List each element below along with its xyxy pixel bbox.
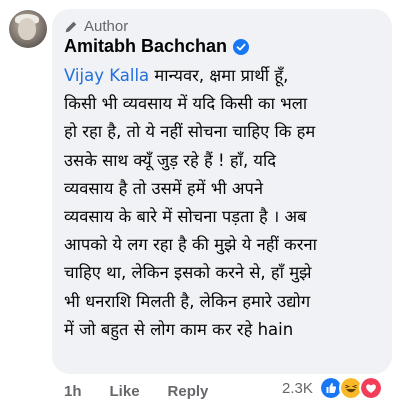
avatar-face <box>18 18 36 40</box>
comment-line: चाहिए था, लेकिन इसको करने से, हाँ मुझे <box>64 263 312 283</box>
comment-line: हो रहा है, तो ये नहीं सोचना चाहिए कि हम <box>64 122 316 142</box>
author-name-row: Amitabh Bachchan <box>64 36 250 57</box>
verified-badge-icon <box>233 38 250 55</box>
comment-line: व्यवसाय के बारे में सोचना पड़ता है । अब <box>64 206 307 226</box>
comment-line: उसके साथ क्यूँ जुड़ रहे हैं ! हाँ, यदि <box>64 150 277 170</box>
comment-line-text: मान्यवर, क्षमा प्रार्थी हूँ, <box>149 66 289 85</box>
reaction-icons <box>318 376 383 400</box>
comment-line: किसी भी व्यवसाय में यदि किसी का भला <box>64 94 308 114</box>
comment-line: Vijay Kalla मान्यवर, क्षमा प्रार्थी हूँ, <box>64 62 390 90</box>
comment-actions: 1h Like Reply <box>64 383 208 400</box>
author-badge-label: Author <box>84 18 129 35</box>
pen-icon <box>65 21 77 32</box>
comment-text: Vijay Kalla मान्यवर, क्षमा प्रार्थी हूँ,… <box>64 62 390 344</box>
timestamp[interactable]: 1h <box>64 383 82 400</box>
comment-line: व्यवसाय है तो उसमें हमें भी अपने <box>64 178 263 198</box>
author-name[interactable]: Amitabh Bachchan <box>64 36 227 57</box>
comment-line: आपको ये लग रहा है की मुझे ये नहीं करना <box>64 235 317 255</box>
love-icon <box>358 376 383 400</box>
mention-link[interactable]: Vijay Kalla <box>64 66 149 85</box>
reply-button[interactable]: Reply <box>168 383 209 400</box>
comment-line: भी धनराशि मिलती है, लेकिन हमारे उद्योग <box>64 291 311 311</box>
comment-line: में जो बहुत से लोग काम कर रहे hain <box>64 319 294 339</box>
avatar[interactable] <box>9 10 47 48</box>
reactions-summary[interactable]: 2.3K <box>282 376 383 400</box>
reaction-count: 2.3K <box>282 379 313 397</box>
like-button[interactable]: Like <box>110 383 140 400</box>
author-badge: Author <box>64 18 128 35</box>
